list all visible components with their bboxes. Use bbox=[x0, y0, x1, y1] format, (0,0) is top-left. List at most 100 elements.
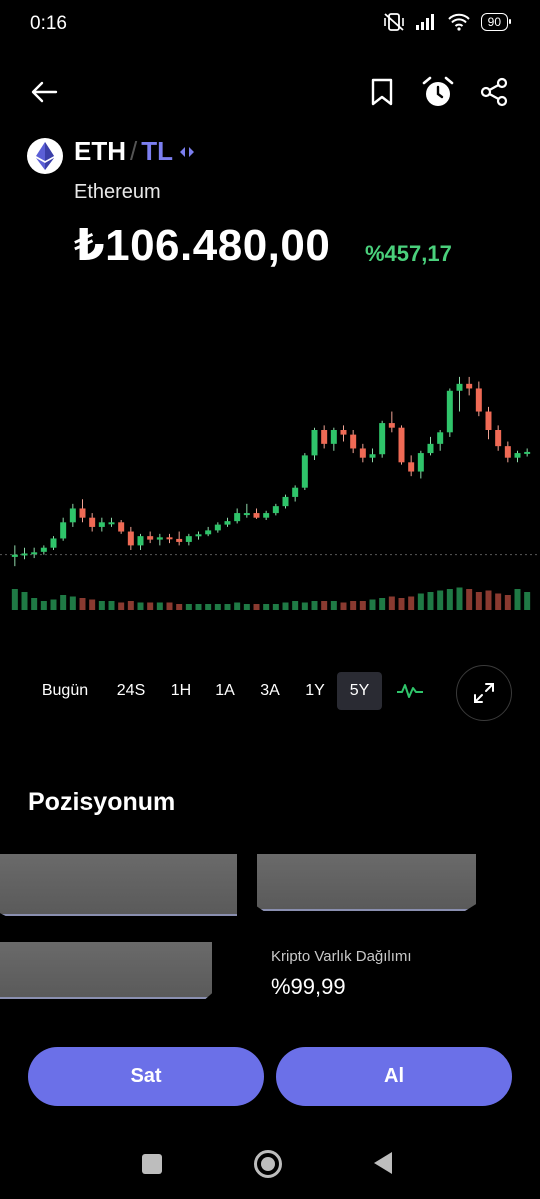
distribution-label: Kripto Varlık Dağılımı bbox=[271, 948, 412, 965]
candle bbox=[495, 425, 502, 451]
price-alarm-button[interactable] bbox=[418, 72, 458, 112]
volume-bar bbox=[330, 601, 337, 610]
status-bar: 0:16 90 bbox=[0, 0, 540, 48]
volume-bar bbox=[514, 589, 521, 610]
volume-bar bbox=[11, 589, 18, 610]
candle bbox=[466, 376, 473, 396]
volume-bar bbox=[311, 601, 318, 610]
volume-bar bbox=[379, 598, 386, 610]
volume-bar bbox=[60, 595, 67, 610]
fullscreen-button[interactable] bbox=[456, 665, 512, 721]
candle-body bbox=[214, 524, 221, 531]
volume-bar bbox=[504, 595, 511, 610]
price-chart[interactable] bbox=[0, 330, 540, 620]
volume-bar bbox=[485, 590, 492, 610]
range-tab-5y[interactable]: 5Y bbox=[337, 672, 382, 710]
candle-body bbox=[504, 446, 511, 458]
home-button[interactable] bbox=[254, 1150, 282, 1178]
trading-pair[interactable]: ETH / TL bbox=[74, 136, 195, 167]
candle-body bbox=[69, 508, 76, 523]
candle-body bbox=[446, 390, 453, 433]
candle-body bbox=[417, 453, 424, 472]
candle bbox=[408, 455, 415, 477]
candle-body bbox=[89, 517, 96, 527]
volume-bar bbox=[321, 601, 328, 610]
volume-bar bbox=[456, 587, 463, 610]
candle bbox=[311, 427, 318, 460]
wifi-icon bbox=[447, 13, 470, 31]
back-button[interactable] bbox=[24, 72, 64, 112]
swap-arrows-icon[interactable] bbox=[179, 146, 195, 158]
volume-bar bbox=[40, 601, 47, 610]
candle-body bbox=[301, 455, 308, 488]
candle bbox=[340, 425, 347, 442]
candle-body bbox=[272, 506, 279, 514]
range-tab-today[interactable]: Bugün bbox=[32, 672, 98, 710]
candle bbox=[224, 517, 231, 527]
volume-bar bbox=[195, 604, 202, 610]
candle-body bbox=[79, 508, 86, 518]
candle-body bbox=[205, 530, 212, 535]
candle-body bbox=[60, 522, 67, 539]
recents-button[interactable] bbox=[142, 1154, 162, 1174]
candle bbox=[89, 513, 96, 532]
candle bbox=[50, 536, 57, 550]
candle bbox=[79, 499, 86, 523]
candle-body bbox=[398, 427, 405, 463]
candle-body bbox=[292, 487, 299, 497]
candle bbox=[359, 443, 366, 463]
share-button[interactable] bbox=[474, 72, 514, 112]
bookmark-button[interactable] bbox=[362, 72, 402, 112]
volume-bar bbox=[398, 598, 405, 610]
candle-body bbox=[185, 536, 192, 542]
volume-bar bbox=[359, 601, 366, 610]
candle bbox=[118, 520, 125, 534]
candle bbox=[166, 533, 173, 544]
candle bbox=[330, 427, 337, 451]
candle-body bbox=[108, 522, 115, 525]
candle-body bbox=[321, 430, 328, 444]
candle bbox=[40, 545, 47, 555]
candle-body bbox=[147, 536, 154, 540]
battery-indicator: 90 bbox=[480, 13, 512, 31]
candle-body bbox=[118, 522, 125, 532]
signal-icon bbox=[415, 14, 434, 30]
price-change: %457,17 bbox=[365, 241, 452, 266]
candle bbox=[301, 453, 308, 490]
range-tab-24h[interactable]: 24S bbox=[108, 672, 154, 710]
range-tab-1m[interactable]: 1A bbox=[206, 672, 244, 710]
buy-button[interactable]: Al bbox=[276, 1047, 512, 1106]
candle-body bbox=[359, 448, 366, 458]
chart-indicator-icon[interactable] bbox=[396, 680, 424, 702]
sell-button[interactable]: Sat bbox=[28, 1047, 264, 1106]
candle bbox=[272, 503, 279, 516]
volume-bar bbox=[243, 604, 250, 610]
range-tab-3m[interactable]: 3A bbox=[250, 672, 290, 710]
candle bbox=[292, 485, 299, 502]
system-back-button[interactable] bbox=[374, 1152, 392, 1174]
candle-body bbox=[263, 513, 270, 518]
candle bbox=[127, 526, 134, 550]
volume-bar bbox=[166, 602, 173, 610]
candle bbox=[456, 376, 463, 412]
candle bbox=[398, 425, 405, 465]
volume-bar bbox=[263, 604, 270, 610]
candle bbox=[427, 436, 434, 456]
ethereum-logo bbox=[27, 138, 63, 174]
volume-bar bbox=[495, 593, 502, 610]
candle-body bbox=[224, 521, 231, 525]
range-tab-1w[interactable]: 1H bbox=[162, 672, 200, 710]
candle-body bbox=[31, 552, 38, 555]
range-tab-1y[interactable]: 1Y bbox=[296, 672, 334, 710]
candle bbox=[263, 510, 270, 520]
candlestick-chart[interactable] bbox=[0, 330, 540, 620]
candle-body bbox=[311, 430, 318, 456]
candle bbox=[369, 448, 376, 463]
candle-body bbox=[234, 513, 241, 522]
bookmark-icon bbox=[371, 78, 393, 106]
candle bbox=[31, 547, 38, 559]
candle bbox=[185, 533, 192, 546]
volume-bar bbox=[69, 596, 76, 610]
quote-currency: TL bbox=[141, 136, 173, 166]
volume-bar bbox=[292, 601, 299, 610]
